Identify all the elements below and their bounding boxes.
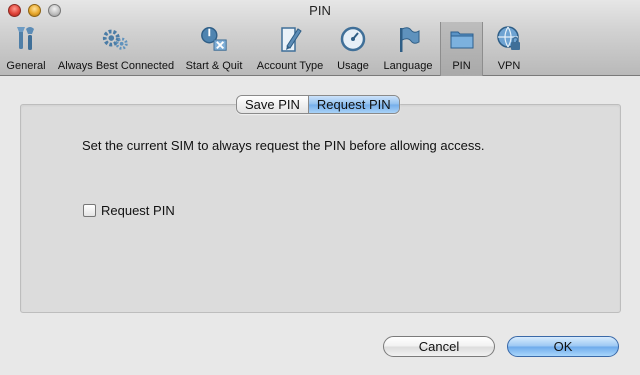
request-pin-checkbox-label[interactable]: Request PIN	[101, 203, 175, 218]
toolbar-item-start-quit[interactable]: Start & Quit	[184, 22, 244, 76]
toolbar-item-general[interactable]: General	[4, 22, 48, 76]
preferences-toolbar: General Always Best Connected Start & Qu…	[0, 22, 640, 76]
pin-description: Set the current SIM to always request th…	[82, 138, 485, 153]
toolbar-label-usage: Usage	[337, 60, 369, 72]
flag-icon	[393, 24, 423, 54]
toolbar-item-always-best-connected[interactable]: Always Best Connected	[57, 22, 175, 76]
gears-icon	[101, 24, 131, 54]
toolbar-label-pin: PIN	[452, 60, 471, 72]
globe-lock-icon	[494, 24, 524, 54]
toolbar-label-language: Language	[383, 60, 433, 72]
sim-card-icon	[447, 24, 477, 54]
toolbar-item-account-type[interactable]: Account Type	[254, 22, 326, 76]
request-pin-checkbox-row[interactable]: Request PIN	[83, 203, 175, 218]
tab-save-pin[interactable]: Save PIN	[237, 96, 308, 113]
toolbar-item-usage[interactable]: Usage	[334, 22, 372, 76]
toolbar-label-account-type: Account Type	[256, 60, 324, 72]
tools-icon	[11, 24, 41, 54]
toolbar-label-always-best-connected: Always Best Connected	[57, 60, 175, 72]
window-title: PIN	[309, 3, 331, 18]
toolbar-item-vpn[interactable]: VPN	[490, 22, 528, 76]
toolbar-label-vpn: VPN	[497, 60, 521, 72]
toolbar-item-pin[interactable]: PIN	[440, 22, 483, 76]
start-quit-icon	[199, 24, 229, 54]
ok-button[interactable]: OK	[507, 336, 619, 357]
toolbar-label-start-quit: Start & Quit	[185, 60, 243, 72]
preferences-window: PIN General Always Best Connected Start …	[0, 0, 640, 375]
request-pin-checkbox[interactable]	[83, 204, 96, 217]
pin-settings-group: Set the current SIM to always request th…	[20, 104, 621, 313]
tab-request-pin[interactable]: Request PIN	[307, 96, 399, 113]
toolbar-item-language[interactable]: Language	[382, 22, 434, 76]
cancel-button[interactable]: Cancel	[383, 336, 495, 357]
gauge-icon	[338, 24, 368, 54]
title-bar: PIN	[0, 0, 640, 22]
toolbar-label-general: General	[6, 60, 46, 72]
pen-document-icon	[275, 24, 305, 54]
pin-tab-control: Save PIN Request PIN	[236, 95, 400, 114]
window-chrome: PIN General Always Best Connected Start …	[0, 0, 640, 76]
